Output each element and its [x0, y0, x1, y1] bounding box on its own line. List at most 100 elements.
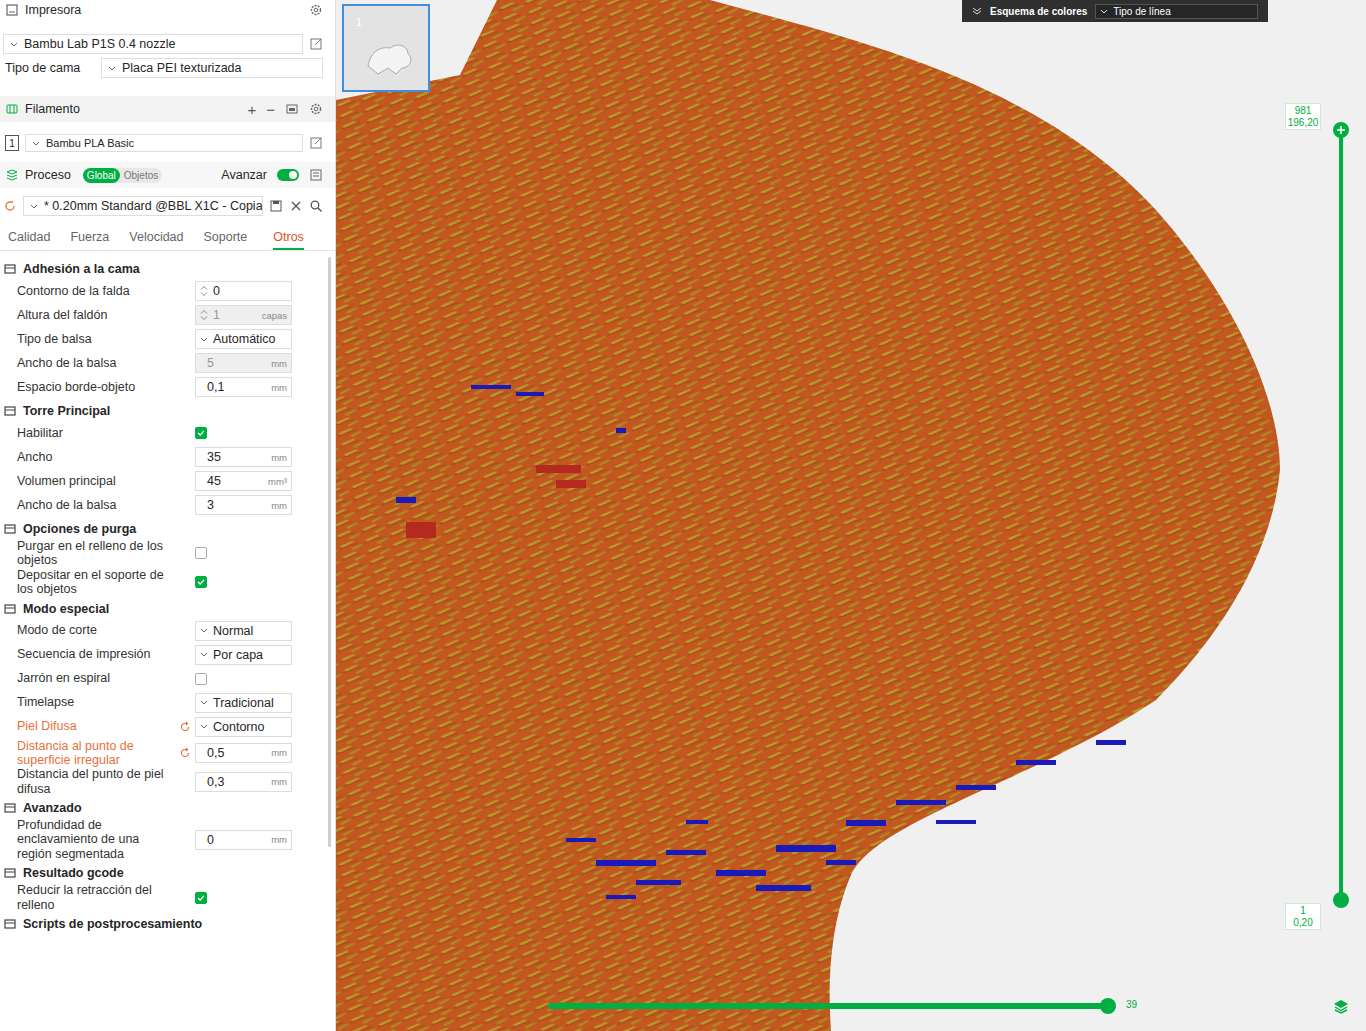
printer-select[interactable]: Bambu Lab P1S 0.4 nozzle	[3, 34, 303, 54]
section-icon	[3, 522, 17, 536]
move-slider-handle[interactable]	[1100, 998, 1116, 1014]
preview-viewport[interactable]: 1 Esquema de colores Tipo de línea 98119…	[336, 0, 1366, 1031]
setting-input[interactable]: 0,1 mm	[195, 377, 292, 397]
setting-dropdown[interactable]: Contorno	[195, 717, 292, 737]
close-icon[interactable]	[289, 199, 303, 213]
remove-filament-button[interactable]: −	[266, 102, 275, 117]
section-icon	[3, 866, 17, 880]
setting-label: Secuencia de impresión	[17, 647, 179, 661]
setting-input[interactable]: 0,3 mm	[195, 772, 292, 792]
setting-input[interactable]: 0,5 mm	[195, 743, 292, 763]
setting-row: Distancia al punto de superficie irregul…	[0, 739, 335, 768]
edit-icon[interactable]	[309, 136, 323, 150]
bed-select[interactable]: Placa PEI texturizada	[101, 58, 323, 78]
setting-spinbox[interactable]: 1 capas	[195, 305, 292, 325]
setting-spinbox[interactable]: 0	[195, 281, 292, 301]
setting-input[interactable]: 0 mm	[195, 830, 292, 850]
section-icon	[3, 917, 17, 931]
printer-icon	[5, 3, 19, 17]
gear-icon[interactable]	[309, 3, 323, 17]
setting-label: Ancho de la balsa	[17, 498, 179, 512]
chevron-icon	[200, 628, 208, 633]
process-title: Proceso	[25, 168, 71, 182]
save-icon[interactable]	[269, 199, 283, 213]
collapse-icon[interactable]	[972, 7, 982, 15]
filament-title: Filamento	[25, 102, 80, 116]
search-icon[interactable]	[309, 199, 323, 213]
layer-top-handle[interactable]	[1333, 122, 1349, 138]
printer-title: Impresora	[25, 3, 81, 17]
sync-icon[interactable]	[285, 102, 299, 116]
scope-toggle[interactable]: GlobalObjetos	[83, 168, 162, 183]
scrollbar[interactable]	[328, 257, 331, 847]
section-title: Avanzado	[0, 796, 335, 818]
plate-thumbnail[interactable]: 1	[342, 4, 430, 92]
setting-dropdown[interactable]: Por capa	[195, 645, 292, 665]
slicer-window: Impresora Bambu Lab P1S 0.4 nozzle Tipo …	[0, 0, 1366, 1031]
setting-row: Tipo de balsa Automático	[0, 327, 335, 351]
setting-label: Contorno de la falda	[17, 284, 179, 298]
section-title: Resultado gcode	[0, 861, 335, 883]
section-title: Torre Principal	[0, 399, 335, 421]
setting-row: Secuencia de impresión Por capa	[0, 643, 335, 667]
setting-checkbox[interactable]	[195, 673, 207, 685]
setting-row: Purgar en el relleno de los objetos	[0, 539, 335, 568]
setting-row: Jarrón en espiral	[0, 667, 335, 691]
setting-input[interactable]: 5 mm	[195, 353, 292, 373]
setting-row: Distancia del punto de piel difusa 0,3 m…	[0, 767, 335, 796]
setting-checkbox[interactable]	[195, 547, 207, 559]
setting-label: Distancia del punto de piel difusa	[17, 767, 179, 796]
edit-icon[interactable]	[309, 37, 323, 51]
setting-input[interactable]: 35 mm	[195, 447, 292, 467]
settings-tab[interactable]: Calidad	[8, 228, 60, 250]
filament-select[interactable]: Bambu PLA Basic	[25, 134, 303, 152]
reset-icon[interactable]	[179, 721, 191, 733]
refresh-icon[interactable]	[3, 199, 17, 213]
section-icon	[3, 602, 17, 616]
setting-row: Volumen principal 45 mm³	[0, 469, 335, 493]
scope-option[interactable]: Global	[83, 168, 120, 183]
settings-tab[interactable]: Fuerza	[70, 228, 119, 250]
gear-icon[interactable]	[309, 102, 323, 116]
list-icon[interactable]	[309, 168, 323, 182]
setting-checkbox[interactable]	[195, 427, 207, 439]
setting-row: Espacio borde-objeto 0,1 mm	[0, 375, 335, 399]
setting-row: Depositar en el soporte de los objetos	[0, 568, 335, 597]
check-icon	[196, 428, 206, 438]
setting-dropdown[interactable]: Normal	[195, 621, 292, 641]
chevron-icon	[1100, 9, 1108, 14]
settings-tab[interactable]: Velocidad	[129, 228, 193, 250]
color-scheme-select[interactable]: Tipo de línea	[1095, 4, 1258, 19]
reset-icon[interactable]	[179, 747, 191, 759]
advanced-label: Avanzar	[221, 168, 267, 182]
setting-label: Piel Difusa	[17, 719, 179, 733]
chevron-icon	[10, 42, 18, 47]
settings-tab[interactable]: Soporte	[204, 228, 258, 250]
spin-arrows-icon	[200, 309, 208, 321]
advanced-switch[interactable]	[277, 169, 299, 181]
setting-row: Ancho 35 mm	[0, 445, 335, 469]
setting-checkbox[interactable]	[195, 892, 207, 904]
setting-label: Jarrón en espiral	[17, 671, 179, 685]
layers-icon[interactable]	[1333, 998, 1349, 1014]
setting-row: Piel Difusa Contorno	[0, 715, 335, 739]
sliced-model-preview[interactable]	[336, 0, 1366, 1031]
setting-label: Ancho	[17, 450, 179, 464]
setting-input[interactable]: 45 mm³	[195, 471, 292, 491]
setting-dropdown[interactable]: Automático	[195, 329, 292, 349]
model-thumbnail-icon	[358, 36, 418, 76]
setting-input[interactable]: 3 mm	[195, 495, 292, 515]
scope-option[interactable]: Objetos	[120, 168, 162, 183]
chevron-icon	[200, 724, 208, 729]
setting-row: Timelapse Tradicional	[0, 691, 335, 715]
settings-tab[interactable]: Otros	[273, 228, 304, 250]
setting-checkbox[interactable]	[195, 576, 207, 588]
add-filament-button[interactable]: +	[247, 102, 256, 117]
layer-slider-track[interactable]	[1339, 130, 1343, 900]
process-preset-select[interactable]: * 0.20mm Standard @BBL X1C - Copiar	[23, 196, 263, 216]
setting-label: Depositar en el soporte de los objetos	[17, 568, 179, 597]
layer-bottom-handle[interactable]	[1333, 892, 1349, 908]
setting-row: Reducir la retracción del relleno	[0, 883, 335, 912]
process-header: Proceso GlobalObjetos Avanzar	[0, 162, 335, 188]
setting-dropdown[interactable]: Tradicional	[195, 693, 292, 713]
